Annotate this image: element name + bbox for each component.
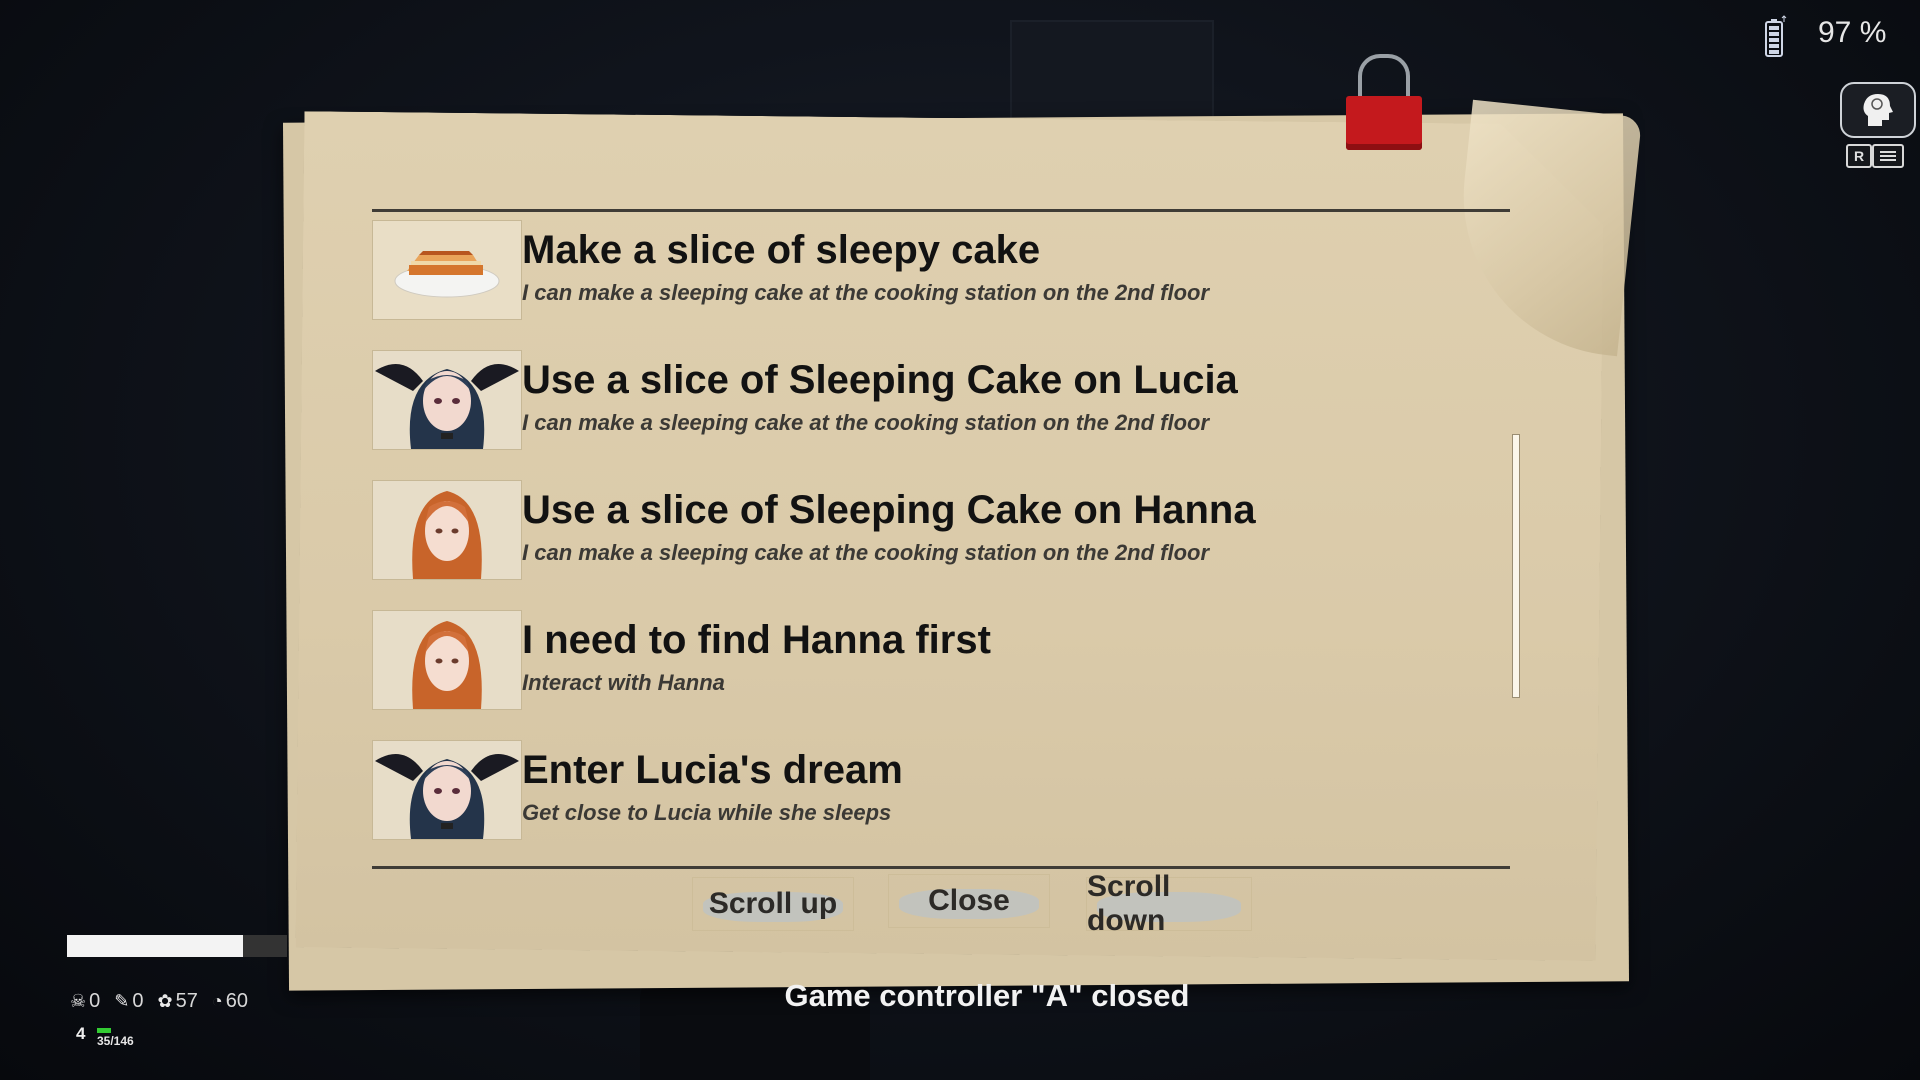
close-button[interactable]: Close (888, 874, 1050, 928)
coins-icon: ✿ (157, 991, 173, 1011)
quest-description: Interact with Hanna (522, 670, 725, 695)
quest-item[interactable]: Enter Lucia's dream Get close to Lucia w… (372, 738, 1502, 868)
battery-icon (1765, 15, 1787, 57)
status-message: Game controller "A" closed (784, 978, 1190, 1013)
battery-percentage: 97 % (1818, 16, 1887, 49)
xp-indicator: 35/146 (97, 1028, 134, 1048)
mind-button[interactable] (1840, 82, 1916, 138)
quest-item[interactable]: Use a slice of Sleeping Cake on Hanna I … (372, 478, 1502, 608)
stats-row: ☠ 0 ✎ 0 ✿ 57 ◔ 60 (70, 990, 248, 1013)
clock-icon: ◔ (211, 991, 223, 1011)
xp-bar (97, 1028, 111, 1033)
head-profile-icon (1863, 94, 1893, 126)
bottom-divider (372, 866, 1510, 869)
scroll-down-button[interactable]: Scroll down (1086, 870, 1252, 937)
quest-list: Make a slice of sleepy cake I can make a… (372, 218, 1502, 868)
lucia-portrait (372, 740, 522, 840)
clock-stat: ◔ 60 (212, 990, 248, 1013)
quest-title: Use a slice of Sleeping Cake on Hanna (522, 488, 1256, 532)
quest-item[interactable]: I need to find Hanna first Interact with… (372, 608, 1502, 738)
hanna-portrait (372, 610, 522, 710)
cake-icon (372, 220, 522, 320)
quest-title: Make a slice of sleepy cake (522, 228, 1041, 272)
top-divider (372, 209, 1510, 212)
scroll-up-button[interactable]: Scroll up (692, 877, 854, 931)
player-level: 4 (76, 1024, 86, 1043)
binder-clip-icon (1346, 96, 1422, 150)
clock-count: 60 (225, 990, 248, 1012)
xp-text: 35/146 (97, 1034, 134, 1048)
quest-title: I need to find Hanna first (522, 618, 991, 662)
menu-key-icon[interactable] (1872, 144, 1904, 168)
skull-icon: ☠ (70, 991, 87, 1011)
coins-stat: ✿ 57 (157, 990, 197, 1013)
kills-stat: ☠ 0 (70, 990, 100, 1013)
coins-count: 57 (175, 990, 198, 1012)
key-r-hint: R (1846, 144, 1872, 168)
lucia-portrait (372, 350, 522, 450)
quest-scrollbar[interactable] (1512, 434, 1520, 698)
quest-description: I can make a sleeping cake at the cookin… (522, 540, 1210, 565)
kills-count: 0 (89, 990, 101, 1012)
quest-description: I can make a sleeping cake at the cookin… (522, 280, 1210, 305)
items-stat: ✎ 0 (114, 990, 143, 1013)
quest-title: Use a slice of Sleeping Cake on Lucia (522, 358, 1238, 402)
health-bar-fill (67, 935, 243, 957)
items-count: 0 (132, 990, 144, 1012)
quest-description: I can make a sleeping cake at the cookin… (522, 410, 1210, 435)
hanna-portrait (372, 480, 522, 580)
quest-title: Enter Lucia's dream (522, 748, 903, 792)
bandage-icon: ✎ (114, 991, 130, 1011)
quest-item[interactable]: Make a slice of sleepy cake I can make a… (372, 218, 1502, 348)
quest-item[interactable]: Use a slice of Sleeping Cake on Lucia I … (372, 348, 1502, 478)
health-bar (67, 935, 287, 957)
quest-description: Get close to Lucia while she sleeps (522, 800, 892, 825)
